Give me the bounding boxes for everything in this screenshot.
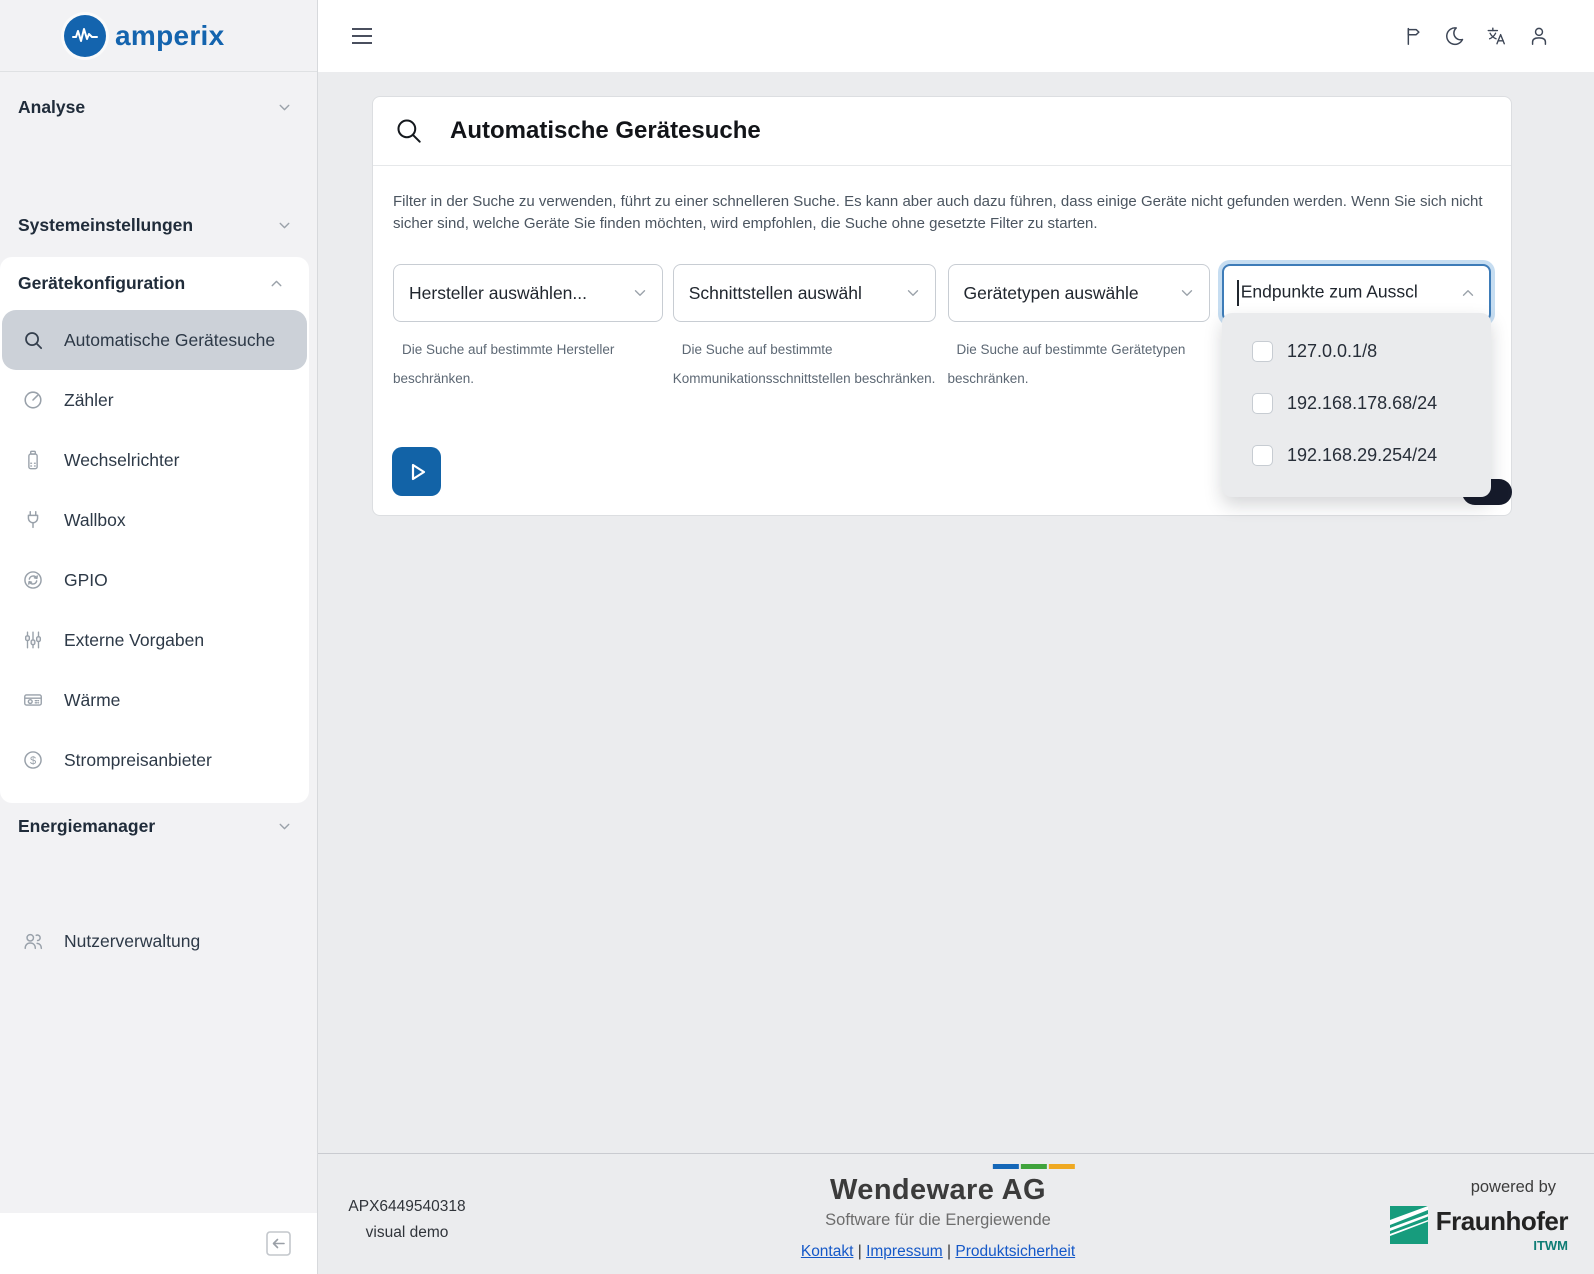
wendeware-logo-bar xyxy=(801,1164,1075,1169)
checkbox[interactable] xyxy=(1252,341,1273,362)
menu-toggle-button[interactable] xyxy=(348,24,376,48)
sidebar-item-gpio[interactable]: GPIO xyxy=(0,550,309,610)
plug-icon xyxy=(21,509,45,531)
search-icon xyxy=(394,116,424,146)
cycle-arrows-icon xyxy=(21,569,45,591)
chevron-down-icon xyxy=(276,818,293,835)
geraetetypen-helper-text: Die Suche auf bestimmte Gerätetypen besc… xyxy=(948,335,1211,393)
sidebar-footer xyxy=(0,1213,317,1274)
sidebar-item-wallbox[interactable]: Wallbox xyxy=(0,490,309,550)
search-icon xyxy=(21,329,45,352)
sidebar-item-automatische-geraetesuche[interactable]: Automatische Gerätesuche xyxy=(2,310,307,370)
wendeware-block: Wendeware AG Software für die Energiewen… xyxy=(801,1164,1075,1261)
fraunhofer-unit: ITWM xyxy=(1533,1238,1568,1253)
filter-hersteller: Hersteller auswählen... Die Suche auf be… xyxy=(393,264,663,393)
footer-links: Kontakt | Impressum | Produktsicherheit xyxy=(801,1243,1075,1261)
impressum-link[interactable]: Impressum xyxy=(866,1243,943,1260)
language-translate-icon[interactable] xyxy=(1485,25,1508,47)
meter-icon xyxy=(21,389,45,411)
inverter-icon xyxy=(21,449,45,471)
collapse-sidebar-button[interactable] xyxy=(265,1230,292,1257)
powered-by-label: powered by xyxy=(1390,1178,1568,1197)
sidebar-item-waerme[interactable]: Wärme xyxy=(0,670,309,730)
card-header: Automatische Gerätesuche xyxy=(373,97,1511,166)
fraunhofer-logo-icon xyxy=(1390,1206,1428,1244)
schnittstellen-select[interactable]: Schnittstellen auswähl xyxy=(673,264,936,322)
endpoint-option-row[interactable]: 127.0.0.1/8 xyxy=(1222,325,1491,377)
start-search-button[interactable] xyxy=(392,447,441,496)
dollar-circle-icon: $ xyxy=(21,749,45,771)
filter-geraetetypen: Gerätetypen auswähle Die Suche auf besti… xyxy=(948,264,1211,393)
chevron-up-icon xyxy=(1459,284,1477,302)
company-tagline: Software für die Energiewende xyxy=(801,1211,1075,1230)
text-caret xyxy=(1237,280,1239,306)
company-name: Wendeware AG xyxy=(801,1174,1075,1207)
sidebar: amperix Analyse Systemeinstellungen Gerä… xyxy=(0,0,318,1274)
chevron-down-icon xyxy=(276,217,293,234)
amperix-logo-icon xyxy=(64,15,106,57)
sidebar-section-systemeinstellungen[interactable]: Systemeinstellungen xyxy=(0,202,317,248)
produktsicherheit-link[interactable]: Produktsicherheit xyxy=(955,1243,1075,1260)
user-account-icon[interactable] xyxy=(1528,25,1550,47)
filter-schnittstellen: Schnittstellen auswähl Die Suche auf bes… xyxy=(673,264,936,393)
brand-logo[interactable]: amperix xyxy=(0,0,317,72)
page-title: Automatische Gerätesuche xyxy=(450,117,761,145)
device-info: APX6449540318 visual demo xyxy=(332,1194,482,1246)
svg-text:$: $ xyxy=(30,755,36,767)
guide-signpost-icon[interactable] xyxy=(1401,25,1423,47)
hersteller-helper-text: Die Suche auf bestimmte Hersteller besch… xyxy=(393,335,663,393)
schnittstellen-helper-text: Die Suche auf bestimmte Kommunikationssc… xyxy=(673,335,936,393)
checkbox[interactable] xyxy=(1252,445,1273,466)
sidebar-item-nutzerverwaltung[interactable]: Nutzerverwaltung xyxy=(0,911,317,971)
users-icon xyxy=(21,930,45,952)
chevron-down-icon xyxy=(631,284,649,302)
fraunhofer-name: Fraunhofer xyxy=(1436,1206,1568,1237)
endpoint-option-row[interactable]: 192.168.178.68/24 xyxy=(1222,377,1491,429)
sidebar-item-externe-vorgaben[interactable]: Externe Vorgaben xyxy=(0,610,309,670)
sidebar-item-wechselrichter[interactable]: Wechselrichter xyxy=(0,430,309,490)
sidebar-group-geraetekonfiguration: Gerätekonfiguration Automatische Gerätes… xyxy=(0,257,309,803)
checkbox[interactable] xyxy=(1252,393,1273,414)
device-id: APX6449540318 xyxy=(332,1194,482,1220)
sidebar-section-energiemanager[interactable]: Energiemanager xyxy=(0,803,317,849)
sidebar-item-strompreisanbieter[interactable]: $ Strompreisanbieter xyxy=(0,730,309,790)
sidebar-section-analyse[interactable]: Analyse xyxy=(0,84,317,130)
heater-icon xyxy=(21,689,45,711)
dark-mode-moon-icon[interactable] xyxy=(1443,25,1465,47)
sidebar-section-geraetekonfiguration[interactable]: Gerätekonfiguration xyxy=(0,257,309,310)
topbar xyxy=(318,0,1594,72)
search-description: Filter in der Suche zu verwenden, führt … xyxy=(393,191,1488,235)
endpoint-options-dropdown: 127.0.0.1/8 192.168.178.68/24 192.168.29… xyxy=(1222,313,1491,497)
hersteller-select[interactable]: Hersteller auswählen... xyxy=(393,264,663,322)
chevron-down-icon xyxy=(1178,284,1196,302)
geraetetypen-select[interactable]: Gerätetypen auswähle xyxy=(948,264,1211,322)
chevron-down-icon xyxy=(276,99,293,116)
topbar-actions xyxy=(1401,25,1550,47)
chevron-down-icon xyxy=(904,284,922,302)
powered-by-block: powered by Fraunhofer ITWM xyxy=(1390,1178,1568,1253)
chevron-up-icon xyxy=(268,275,285,292)
endpoint-option-row[interactable]: 192.168.29.254/24 xyxy=(1222,429,1491,481)
kontakt-link[interactable]: Kontakt xyxy=(801,1243,854,1260)
device-mode: visual demo xyxy=(332,1220,482,1246)
app-root: amperix Analyse Systemeinstellungen Gerä… xyxy=(0,0,1594,1274)
brand-wordmark: amperix xyxy=(115,20,225,52)
footer: APX6449540318 visual demo Wendeware AG S… xyxy=(318,1153,1594,1274)
sidebar-item-zaehler[interactable]: Zähler xyxy=(0,370,309,430)
sliders-icon xyxy=(21,629,45,651)
